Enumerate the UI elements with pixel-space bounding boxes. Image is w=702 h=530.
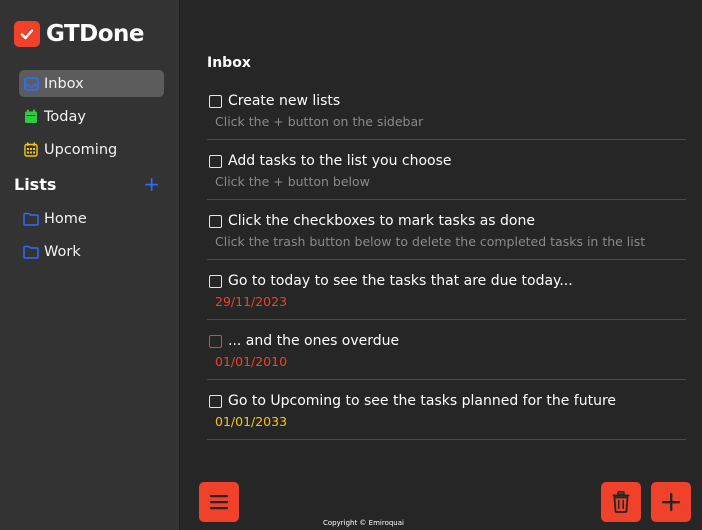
task-checkbox[interactable] <box>209 334 222 348</box>
plus-icon <box>662 493 680 511</box>
task-title: Click the checkboxes to mark tasks as do… <box>228 213 535 229</box>
task-item[interactable]: Click the checkboxes to mark tasks as do… <box>207 203 686 260</box>
brand: GTDone <box>14 20 145 48</box>
task-item[interactable]: Create new lists Click the + button on t… <box>207 83 686 140</box>
sidebar-item-label: Work <box>44 243 81 260</box>
task-checkbox[interactable] <box>209 214 222 228</box>
task-item[interactable]: Go to today to see the tasks that are du… <box>207 263 686 320</box>
sidebar-item-label: Inbox <box>44 75 84 92</box>
sidebar-item-home[interactable]: Home <box>19 205 164 232</box>
task-checkbox[interactable] <box>209 394 222 408</box>
sidebar-item-inbox[interactable]: Inbox <box>19 70 164 97</box>
add-task-button[interactable] <box>651 482 691 522</box>
task-title: ... and the ones overdue <box>228 333 400 349</box>
sidebar-item-work[interactable]: Work <box>19 238 164 265</box>
task-item[interactable]: Go to Upcoming to see the tasks planned … <box>207 383 686 440</box>
delete-completed-button[interactable] <box>601 482 641 522</box>
lists-header: Lists + <box>14 174 160 194</box>
checkmark-logo-icon <box>14 21 40 47</box>
main-content: Inbox Create new lists Click the + butto… <box>181 0 702 530</box>
page-title: Inbox <box>207 55 251 71</box>
inbox-icon <box>23 76 39 92</box>
calendar-icon <box>23 109 39 125</box>
task-due-date: 01/01/2010 <box>215 354 288 369</box>
sidebar: GTDone Inbox Today Upcoming Lists + Home… <box>0 0 180 530</box>
task-due-date: 29/11/2023 <box>215 294 288 309</box>
task-subtitle: Click the + button below <box>215 174 370 189</box>
folder-icon <box>23 244 39 260</box>
task-title: Go to Upcoming to see the tasks planned … <box>228 393 617 409</box>
sidebar-item-label: Upcoming <box>44 141 118 158</box>
trash-icon <box>612 491 630 513</box>
sidebar-item-upcoming[interactable]: Upcoming <box>19 136 164 163</box>
app-name: GTDone <box>46 21 145 47</box>
task-checkbox[interactable] <box>209 94 222 108</box>
task-item[interactable]: Add tasks to the list you choose Click t… <box>207 143 686 200</box>
sidebar-item-label: Today <box>44 108 86 125</box>
task-item[interactable]: ... and the ones overdue 01/01/2010 <box>207 323 686 380</box>
hamburger-icon <box>210 495 228 510</box>
task-subtitle: Click the + button on the sidebar <box>215 114 424 129</box>
copyright-text: Copyright © Emiroquai <box>323 519 404 527</box>
task-subtitle: Click the trash button below to delete t… <box>215 234 646 249</box>
add-list-button[interactable]: + <box>143 174 160 194</box>
task-checkbox[interactable] <box>209 154 222 168</box>
lists-title: Lists <box>14 174 57 194</box>
menu-button[interactable] <box>199 482 239 522</box>
sidebar-item-label: Home <box>44 210 87 227</box>
task-title: Go to today to see the tasks that are du… <box>228 273 573 289</box>
task-checkbox[interactable] <box>209 274 222 288</box>
task-due-date: 01/01/2033 <box>215 414 288 429</box>
task-title: Create new lists <box>228 93 341 109</box>
calendar-grid-icon <box>23 142 39 158</box>
sidebar-item-today[interactable]: Today <box>19 103 164 130</box>
folder-icon <box>23 211 39 227</box>
task-title: Add tasks to the list you choose <box>228 153 452 169</box>
